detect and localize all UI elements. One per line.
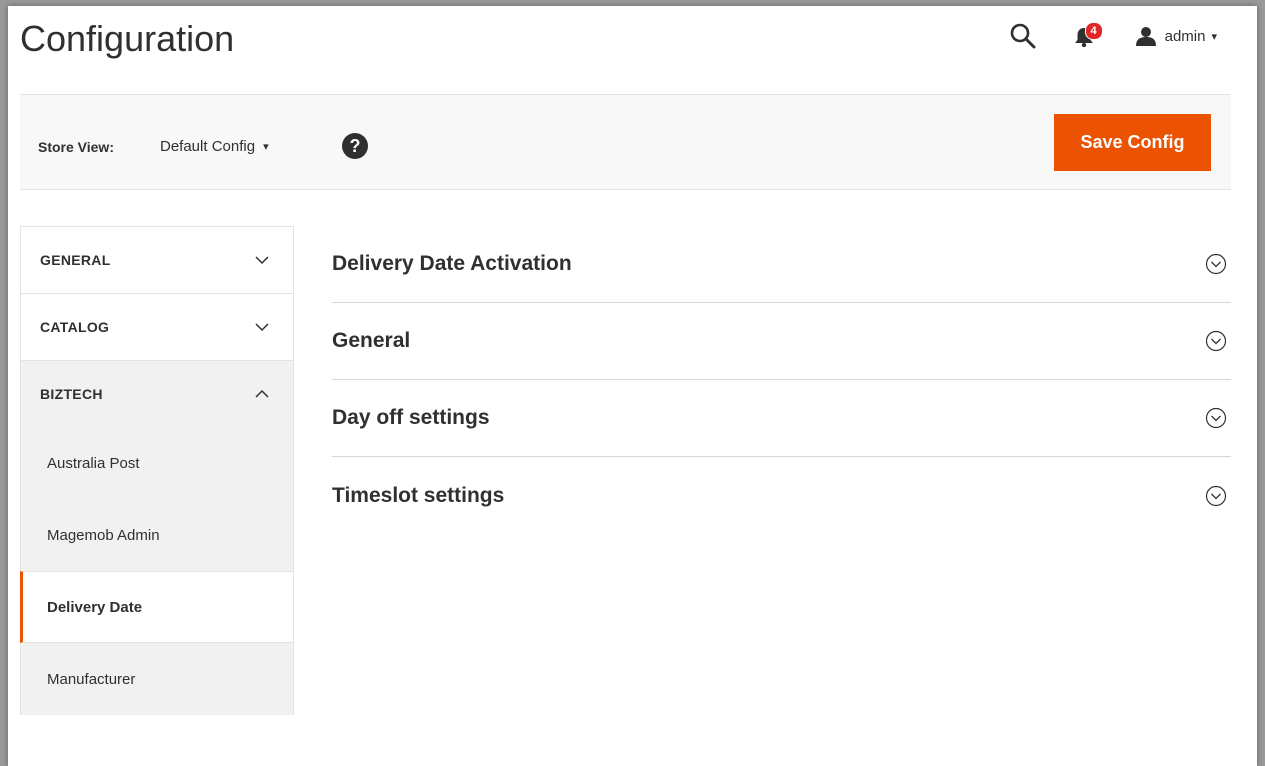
- section-general[interactable]: General: [332, 303, 1231, 380]
- sidebar-item-australia-post[interactable]: Australia Post: [20, 427, 294, 499]
- notification-badge: 4: [1084, 22, 1103, 40]
- section-day-off-settings[interactable]: Day off settings: [332, 380, 1231, 457]
- config-content: Delivery Date Activation General Day off…: [332, 226, 1231, 534]
- chevron-down-icon: [255, 256, 269, 265]
- notifications-button[interactable]: 4: [1073, 22, 1103, 50]
- section-timeslot-settings[interactable]: Timeslot settings: [332, 457, 1231, 534]
- page-title: Configuration: [20, 18, 235, 59]
- save-config-button[interactable]: Save Config: [1054, 114, 1211, 171]
- search-icon[interactable]: [1009, 22, 1037, 50]
- expand-icon: [1205, 253, 1227, 275]
- sidebar-item-manufacturer[interactable]: Manufacturer: [20, 643, 294, 715]
- config-sidebar: GENERAL CATALOG BIZTECH Australia Post M…: [20, 226, 294, 715]
- sidebar-section-label: CATALOG: [40, 319, 110, 335]
- expand-icon: [1205, 485, 1227, 506]
- section-title: General: [332, 329, 411, 352]
- sidebar-item-magemob-admin[interactable]: Magemob Admin: [20, 499, 294, 571]
- sidebar-section-catalog[interactable]: CATALOG: [20, 293, 294, 360]
- section-title: Day off settings: [332, 406, 490, 429]
- expand-icon: [1205, 407, 1227, 429]
- header-actions: 4 admin ▾: [1009, 22, 1217, 50]
- user-icon: [1135, 27, 1156, 46]
- user-menu[interactable]: admin ▾: [1135, 26, 1217, 46]
- store-view-select[interactable]: Default Config ▾: [160, 138, 269, 155]
- section-delivery-date-activation[interactable]: Delivery Date Activation: [332, 226, 1231, 303]
- chevron-up-icon: [255, 389, 269, 398]
- user-name: admin: [1164, 27, 1206, 45]
- store-view-bar: Store View: Default Config ▾ ? Save Conf…: [20, 94, 1231, 190]
- sidebar-item-delivery-date[interactable]: Delivery Date: [20, 571, 294, 643]
- sidebar-section-general[interactable]: GENERAL: [20, 226, 294, 293]
- store-view-label: Store View:: [38, 139, 114, 155]
- sidebar-section-biztech[interactable]: BIZTECH: [20, 360, 294, 427]
- help-icon[interactable]: ?: [342, 133, 368, 159]
- chevron-down-icon: ▾: [263, 141, 269, 153]
- section-title: Timeslot settings: [332, 483, 505, 507]
- chevron-down-icon: ▾: [1211, 30, 1217, 43]
- app-window: Configuration 4 admin ▾ Store View: Defa…: [8, 6, 1257, 766]
- store-view-value: Default Config: [160, 138, 256, 155]
- sidebar-section-label: BIZTECH: [40, 386, 103, 402]
- chevron-down-icon: [255, 323, 269, 332]
- section-title: Delivery Date Activation: [332, 252, 572, 275]
- sidebar-section-label: GENERAL: [40, 252, 111, 268]
- expand-icon: [1205, 330, 1227, 352]
